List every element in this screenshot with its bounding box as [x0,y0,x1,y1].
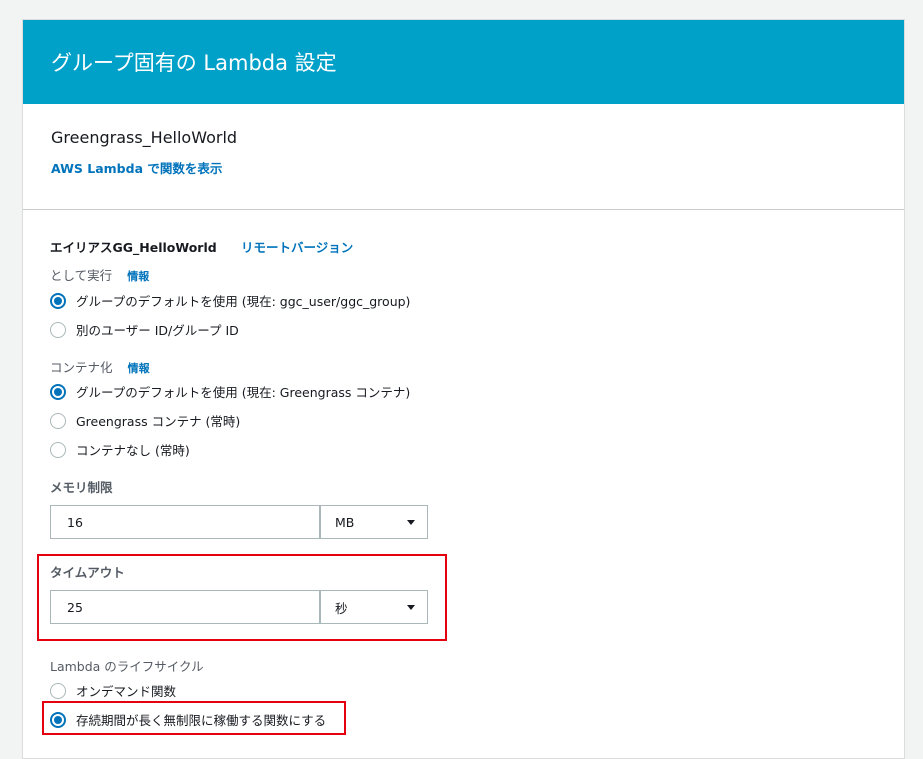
memory-limit-input[interactable]: 16 [50,505,320,539]
containerization-label: コンテナ化 [50,360,113,375]
run-as-option-custom-label: 別のユーザー ID/グループ ID [76,323,239,338]
timeout-value: 25 [67,599,83,615]
remote-version-link[interactable]: リモートバージョン [241,237,353,256]
container-option-none[interactable]: コンテナなし (常時) [50,440,190,459]
lifecycle-option-long-lived-label: 存続期間が長く無制限に稼働する関数にする [76,713,327,728]
run-as-option-default[interactable]: グループのデフォルトを使用 (現在: ggc_user/ggc_group) [50,291,410,310]
chevron-down-icon [407,604,415,610]
radio-selected-icon[interactable] [50,711,66,728]
function-section: Greengrass_HelloWorld AWS Lambda で関数を表示 [23,104,904,210]
radio-unselected-icon[interactable] [50,321,66,338]
timeout-unit-value: 秒 [335,600,348,616]
radio-unselected-icon[interactable] [50,412,66,429]
lifecycle-option-on-demand-label: オンデマンド関数 [76,684,177,699]
timeout-input[interactable]: 25 [50,590,320,624]
radio-selected-icon[interactable] [50,292,66,309]
container-option-none-label: コンテナなし (常時) [76,443,190,458]
memory-limit-value: 16 [67,514,83,530]
alias-label: エイリアスGG_HelloWorld [50,240,217,255]
chevron-down-icon [407,519,415,525]
memory-unit-value: MB [335,514,355,530]
containerization-heading: コンテナ化 情報 [50,357,150,376]
lifecycle-option-on-demand[interactable]: オンデマンド関数 [50,681,176,700]
container-option-greengrass[interactable]: Greengrass コンテナ (常時) [50,411,240,430]
lifecycle-option-long-lived[interactable]: 存続期間が長く無制限に稼働する関数にする [50,710,326,729]
run-as-option-default-label: グループのデフォルトを使用 (現在: ggc_user/ggc_group) [76,294,411,309]
containerization-info-link[interactable]: 情報 [128,362,150,375]
container-option-default[interactable]: グループのデフォルトを使用 (現在: Greengrass コンテナ) [50,382,410,401]
timeout-label: タイムアウト [50,565,125,580]
page-header: グループ固有の Lambda 設定 [23,20,904,104]
container-option-greengrass-label: Greengrass コンテナ (常時) [76,414,241,429]
run-as-heading: として実行 情報 [50,265,149,284]
view-in-lambda-link[interactable]: AWS Lambda で関数を表示 [51,158,222,177]
container-option-default-label: グループのデフォルトを使用 (現在: Greengrass コンテナ) [76,385,411,400]
function-name: Greengrass_HelloWorld [51,128,238,147]
page-title: グループ固有の Lambda 設定 [51,51,337,75]
timeout-unit-select[interactable]: 秒 [320,590,428,624]
run-as-info-link[interactable]: 情報 [127,270,149,283]
lifecycle-label: Lambda のライフサイクル [50,659,204,674]
radio-unselected-icon[interactable] [50,682,66,699]
radio-unselected-icon[interactable] [50,441,66,458]
run-as-label: として実行 [50,268,113,283]
radio-selected-icon[interactable] [50,383,66,400]
run-as-option-custom[interactable]: 別のユーザー ID/グループ ID [50,320,239,339]
memory-limit-label: メモリ制限 [50,480,113,495]
memory-unit-select[interactable]: MB [320,505,428,539]
